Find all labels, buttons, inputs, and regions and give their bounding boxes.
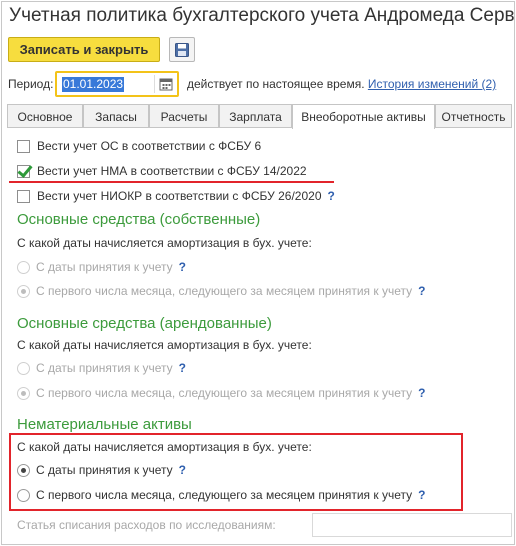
- section-title-nma: Нематериальные активы: [17, 416, 192, 433]
- radio-os-leased-next-month[interactable]: С первого числа месяца, следующего за ме…: [17, 386, 425, 400]
- research-expense-field[interactable]: [312, 513, 512, 537]
- save-button[interactable]: [169, 37, 195, 62]
- help-icon[interactable]: ?: [179, 463, 186, 477]
- highlight-underline: [9, 181, 334, 183]
- radio-nma-next-month[interactable]: С первого числа месяца, следующего за ме…: [17, 488, 425, 502]
- tab-noncurrent-assets[interactable]: Внеоборотные активы: [292, 104, 435, 129]
- history-link[interactable]: История изменений (2): [368, 77, 496, 91]
- checkbox-box-checked[interactable]: [17, 164, 30, 178]
- radio-label: С первого числа месяца, следующего за ме…: [36, 386, 413, 400]
- field-divider: [154, 75, 155, 93]
- radio-os-own-from-acceptance[interactable]: С даты принятия к учету ?: [17, 260, 186, 274]
- radio-nma-from-acceptance[interactable]: С даты принятия к учету ?: [17, 463, 186, 477]
- checkbox-fsbu14[interactable]: Вести учет НМА в соответствии с ФСБУ 14/…: [17, 164, 307, 178]
- checkbox-label: Вести учет НИОКР в соответствии с ФСБУ 2…: [37, 189, 322, 203]
- radio-button-selected[interactable]: [17, 463, 30, 477]
- tab-main[interactable]: Основное: [7, 104, 83, 128]
- tab-settlements[interactable]: Расчеты: [149, 104, 219, 128]
- help-icon[interactable]: ?: [418, 284, 425, 298]
- save-and-close-button[interactable]: Записать и закрыть: [8, 37, 160, 62]
- research-expense-label: Статья списания расходов по исследования…: [17, 518, 276, 532]
- period-date-value[interactable]: 01.01.2023: [62, 77, 125, 92]
- tab-inventory[interactable]: Запасы: [83, 104, 149, 128]
- section-title-os-own: Основные средства (собственные): [17, 211, 261, 228]
- tab-reporting[interactable]: Отчетность: [435, 104, 512, 128]
- help-icon[interactable]: ?: [179, 361, 186, 375]
- radio-label: С даты принятия к учету: [36, 463, 173, 477]
- floppy-disk-icon: [175, 42, 189, 57]
- radio-label: С даты принятия к учету: [36, 260, 173, 274]
- period-date-field[interactable]: 01.01.2023: [55, 71, 179, 97]
- checkbox-label: Вести учет ОС в соответствии с ФСБУ 6: [37, 139, 262, 153]
- radio-os-own-next-month[interactable]: С первого числа месяца, следующего за ме…: [17, 284, 425, 298]
- radio-button[interactable]: [17, 488, 30, 502]
- help-icon[interactable]: ?: [328, 189, 335, 203]
- radio-label: С даты принятия к учету: [36, 361, 173, 375]
- amortization-question: С какой даты начисляется амортизация в б…: [17, 440, 312, 454]
- amortization-question: С какой даты начисляется амортизация в б…: [17, 236, 312, 250]
- page-title: Учетная политика бухгалтерского учета Ан…: [9, 5, 515, 26]
- radio-button[interactable]: [17, 361, 30, 375]
- period-label: Период:: [8, 77, 54, 91]
- period-status-text: действует по настоящее время.: [187, 77, 365, 91]
- radio-label: С первого числа месяца, следующего за ме…: [36, 284, 413, 298]
- calendar-icon[interactable]: [159, 77, 173, 91]
- checkbox-fsbu6[interactable]: Вести учет ОС в соответствии с ФСБУ 6: [17, 139, 261, 153]
- amortization-question: С какой даты начисляется амортизация в б…: [17, 338, 312, 352]
- radio-button[interactable]: [17, 260, 30, 274]
- radio-button-selected[interactable]: [17, 284, 30, 298]
- checkbox-box[interactable]: [17, 189, 30, 203]
- help-icon[interactable]: ?: [418, 386, 425, 400]
- period-status: действует по настоящее время. История из…: [187, 77, 496, 91]
- checkbox-fsbu26[interactable]: Вести учет НИОКР в соответствии с ФСБУ 2…: [17, 189, 335, 203]
- checkbox-box[interactable]: [17, 139, 30, 153]
- help-icon[interactable]: ?: [418, 488, 425, 502]
- radio-os-leased-from-acceptance[interactable]: С даты принятия к учету ?: [17, 361, 186, 375]
- section-title-os-leased: Основные средства (арендованные): [17, 315, 272, 332]
- radio-label: С первого числа месяца, следующего за ме…: [36, 488, 413, 502]
- tab-divider: [7, 127, 512, 128]
- help-icon[interactable]: ?: [179, 260, 186, 274]
- checkbox-label: Вести учет НМА в соответствии с ФСБУ 14/…: [37, 164, 307, 178]
- tab-salary[interactable]: Зарплата: [219, 104, 292, 128]
- radio-button-selected[interactable]: [17, 386, 30, 400]
